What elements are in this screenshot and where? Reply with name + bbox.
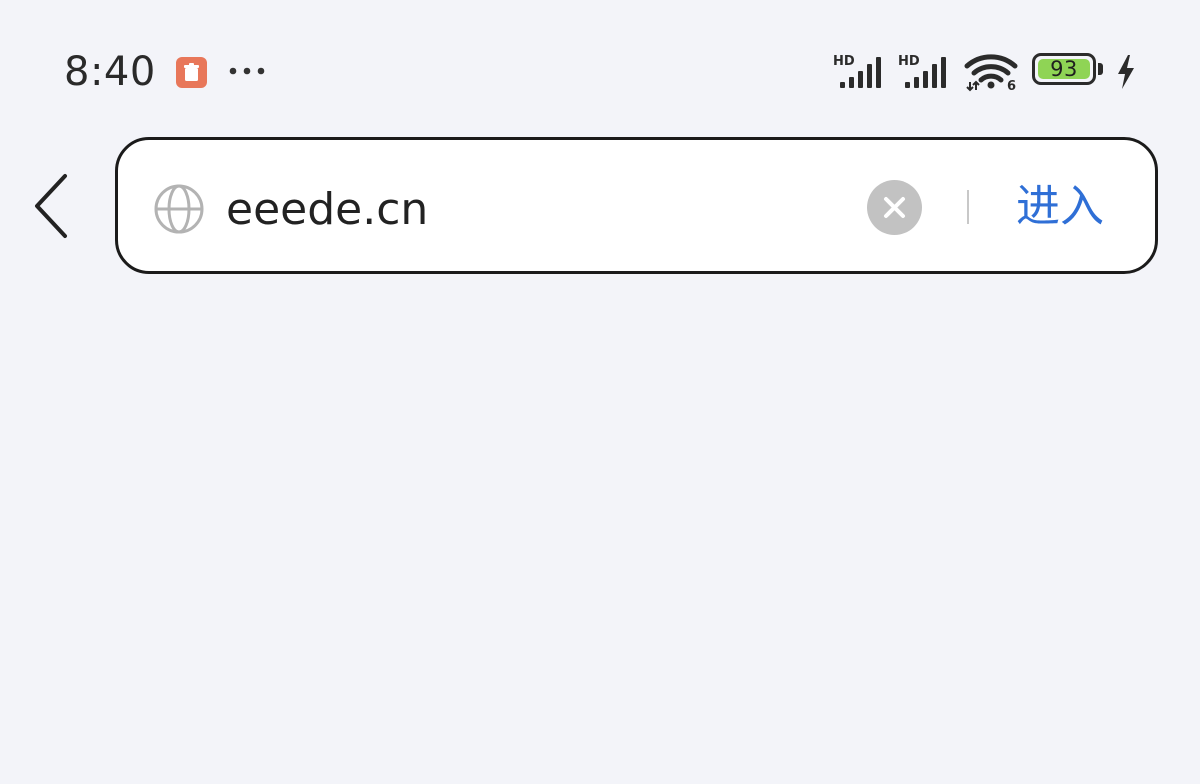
- url-bar[interactable]: eeede.cn 进入: [115, 137, 1158, 274]
- signal-hd-label: HD: [833, 54, 855, 69]
- signal-hd-label: HD: [898, 54, 920, 69]
- url-input[interactable]: eeede.cn: [226, 184, 428, 236]
- go-button[interactable]: 进入: [1016, 180, 1104, 234]
- battery-tip: [1098, 63, 1103, 75]
- status-time: 8:40: [64, 49, 156, 95]
- more-notifications-icon: [229, 67, 265, 75]
- status-bar: 8:40 HD HD 6 93: [0, 0, 1200, 130]
- battery-body: 93: [1032, 53, 1096, 85]
- charging-bolt-icon: [1118, 55, 1134, 89]
- globe-icon: [154, 184, 204, 234]
- wifi-standard-label: 6: [1007, 79, 1016, 92]
- cellular-signal-icon: HD: [898, 54, 946, 88]
- clear-icon: [884, 197, 905, 218]
- wifi-icon: 6: [964, 54, 1018, 92]
- clear-url-button[interactable]: [867, 180, 922, 235]
- battery-indicator: 93: [1032, 53, 1108, 89]
- back-chevron-icon[interactable]: [26, 172, 76, 240]
- app-notification-icon: [176, 57, 207, 88]
- content-area: [0, 280, 1200, 784]
- battery-level: 93: [1038, 59, 1090, 80]
- cellular-signal-icon: HD: [833, 54, 881, 88]
- url-bar-divider: [967, 190, 969, 224]
